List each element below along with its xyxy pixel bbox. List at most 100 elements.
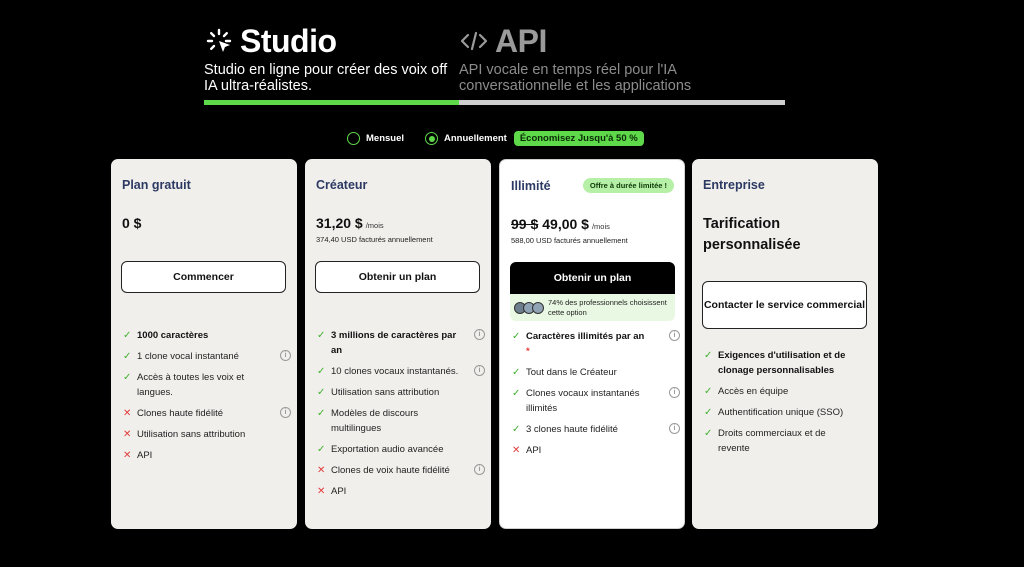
check-icon: ✓ bbox=[317, 408, 326, 419]
social-proof-text: 74% des professionnels choisissent cette… bbox=[548, 297, 667, 317]
plan-name: Créateur bbox=[316, 178, 368, 192]
feature-text: API bbox=[137, 450, 153, 461]
feature-item: ✓ 3 clones haute fidélité i bbox=[512, 422, 680, 437]
loader-cursor-icon bbox=[204, 26, 234, 56]
feature-item: ✓ Accès en équipe bbox=[704, 384, 872, 399]
feature-item: ✓ Clones vocaux instantanés illimités i bbox=[512, 386, 680, 416]
cross-icon: ✕ bbox=[123, 408, 132, 419]
plan-name: Illimité bbox=[511, 179, 551, 193]
billing-yearly-option[interactable]: Annuellement bbox=[425, 132, 507, 145]
tab-api-indicator bbox=[459, 100, 785, 105]
cross-icon: ✕ bbox=[317, 486, 326, 497]
social-proof: 74% des professionnels choisissent cette… bbox=[510, 294, 675, 321]
feature-item: ✓ 10 clones vocaux instantanés. i bbox=[317, 364, 485, 379]
check-icon: ✓ bbox=[512, 367, 521, 378]
contact-sales-button[interactable]: Contacter le service commercial bbox=[702, 281, 867, 329]
feature-item: ✓ Tout dans le Créateur bbox=[512, 365, 680, 380]
check-icon: ✓ bbox=[317, 330, 326, 341]
promo-badge: Offre à durée limitée ! bbox=[582, 178, 674, 193]
price-row: 0 $ bbox=[122, 215, 141, 231]
start-button[interactable]: Commencer bbox=[121, 261, 286, 293]
feature-text: 10 clones vocaux instantanés. bbox=[331, 366, 459, 377]
plan-card-unlimited: Illimité Offre à durée limitée ! 99 $ 49… bbox=[499, 159, 685, 529]
cross-icon: ✕ bbox=[123, 450, 132, 461]
info-icon[interactable]: i bbox=[669, 423, 680, 434]
plan-card-free: Plan gratuit 0 $ Commencer ✓ 1000 caractè… bbox=[111, 159, 297, 529]
info-icon[interactable]: i bbox=[669, 330, 680, 341]
feature-item: ✓ Utilisation sans attribution bbox=[317, 385, 485, 400]
old-price: 99 $ bbox=[511, 216, 539, 232]
savings-badge: Économisez Jusqu'à 50 % bbox=[513, 131, 644, 146]
feature-text: 3 millions de caractères par an bbox=[331, 330, 457, 356]
feature-text: Accès à toutes les voix et langues. bbox=[137, 372, 245, 398]
feature-item: ✓ 1000 caractères bbox=[123, 328, 291, 343]
price: 0 $ bbox=[122, 215, 142, 231]
check-icon: ✓ bbox=[317, 387, 326, 398]
billed-annually: 374,40 USD facturés annuellement bbox=[316, 235, 433, 244]
feature-text: Caractères illimités par an * bbox=[526, 331, 645, 357]
cross-icon: ✕ bbox=[317, 465, 326, 476]
tab-api[interactable]: API API vocale en temps réel pour l'IA c… bbox=[459, 22, 785, 95]
plan-card-creator: Créateur 31,20 $ /mois 374,40 USD factur… bbox=[305, 159, 491, 529]
plan-name: Plan gratuit bbox=[122, 178, 191, 192]
price-row: 99 $ 49,00 $ /mois bbox=[511, 216, 610, 232]
feature-text: Exigences d'utilisation et de clonage pe… bbox=[718, 350, 846, 376]
tab-studio-title: Studio bbox=[240, 22, 337, 59]
feature-item: ✓ Accès à toutes les voix et langues. bbox=[123, 370, 291, 400]
feature-text: Clones vocaux instantanés illimités bbox=[526, 388, 640, 414]
feature-item: ✓ 1 clone vocal instantané i bbox=[123, 349, 291, 364]
info-icon[interactable]: i bbox=[474, 464, 485, 475]
check-icon: ✓ bbox=[317, 444, 326, 455]
info-icon[interactable]: i bbox=[474, 365, 485, 376]
cross-icon: ✕ bbox=[123, 429, 132, 440]
info-icon[interactable]: i bbox=[280, 350, 291, 361]
info-icon[interactable]: i bbox=[280, 407, 291, 418]
avatar-group bbox=[514, 301, 544, 314]
avatar bbox=[532, 301, 544, 314]
price-row: 31,20 $ /mois bbox=[316, 215, 384, 231]
feature-text: API bbox=[331, 486, 347, 497]
feature-item: ✓ 3 millions de caractères par an i bbox=[317, 328, 485, 358]
check-icon: ✓ bbox=[123, 372, 132, 383]
feature-item: ✕ Utilisation sans attribution bbox=[123, 427, 291, 442]
feature-text: 1 clone vocal instantané bbox=[137, 351, 239, 362]
feature-text: Clones de voix haute fidélité bbox=[331, 465, 450, 476]
feature-list: ✓ Caractères illimités par an * i ✓ Tout dans… bbox=[512, 329, 680, 464]
info-icon[interactable]: i bbox=[669, 387, 680, 398]
billing-yearly-label: Annuellement bbox=[444, 133, 507, 144]
price: 31,20 $ bbox=[316, 215, 363, 231]
cross-icon: ✕ bbox=[512, 445, 521, 456]
check-icon: ✓ bbox=[704, 407, 713, 418]
feature-text: Droits commerciaux et de revente bbox=[718, 428, 826, 454]
billed-annually: 588,00 USD facturés annuellement bbox=[511, 236, 628, 245]
price-period: /mois bbox=[591, 222, 610, 231]
feature-item: ✕ API bbox=[123, 448, 291, 463]
tab-studio[interactable]: Studio Studio en ligne pour créer des vo… bbox=[204, 22, 459, 95]
feature-text: Accès en équipe bbox=[718, 386, 789, 397]
plan-name: Entreprise bbox=[703, 178, 765, 192]
get-plan-button[interactable]: Obtenir un plan bbox=[510, 262, 675, 294]
check-icon: ✓ bbox=[123, 351, 132, 362]
asterisk-note: * bbox=[526, 346, 530, 357]
monthly-radio[interactable] bbox=[347, 132, 360, 145]
check-icon: ✓ bbox=[512, 331, 521, 342]
custom-pricing: Tarification personnalisée bbox=[703, 216, 801, 253]
price: 49,00 $ bbox=[542, 216, 589, 232]
feature-item: ✓ Exportation audio avancée bbox=[317, 442, 485, 457]
feature-item: ✓ Exigences d'utilisation et de clonage p… bbox=[704, 348, 872, 378]
feature-item: ✕ Clones haute fidélité i bbox=[123, 406, 291, 421]
check-icon: ✓ bbox=[704, 428, 713, 439]
plan-card-enterprise: Entreprise Tarification personnalisée Co… bbox=[692, 159, 878, 529]
billing-toggle: Mensuel Annuellement Économisez Jusqu'à … bbox=[347, 131, 644, 146]
feature-text: Clones haute fidélité bbox=[137, 408, 224, 419]
billing-monthly-option[interactable]: Mensuel bbox=[347, 132, 404, 145]
yearly-radio[interactable] bbox=[425, 132, 439, 145]
tab-studio-subtitle: Studio en ligne pour créer des voix off … bbox=[204, 62, 448, 94]
tab-api-title: API bbox=[495, 22, 547, 59]
feature-item: ✓ Modèles de discours multilingues bbox=[317, 406, 485, 436]
check-icon: ✓ bbox=[704, 386, 713, 397]
get-plan-button[interactable]: Obtenir un plan bbox=[315, 261, 480, 293]
feature-text: 1000 caractères bbox=[137, 330, 209, 341]
check-icon: ✓ bbox=[123, 330, 132, 341]
info-icon[interactable]: i bbox=[474, 329, 485, 340]
